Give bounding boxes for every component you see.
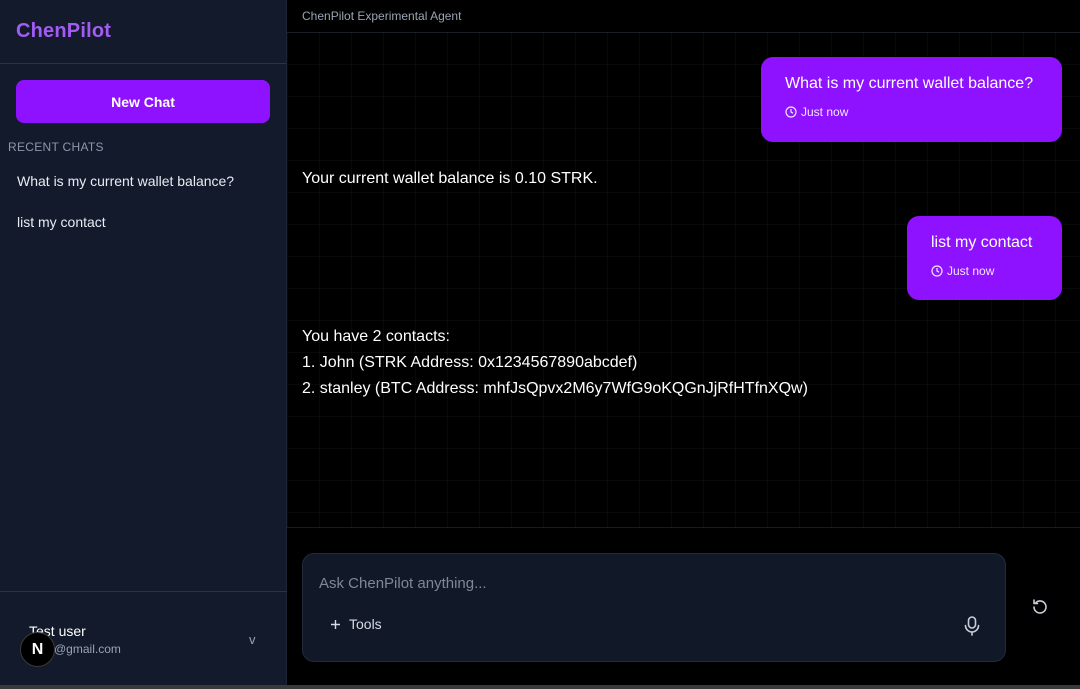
recent-chat-item[interactable]: list my contact [17, 214, 106, 230]
avatar[interactable]: N [20, 632, 55, 667]
user-profile[interactable]: Test user @gmail.com v N [0, 591, 287, 685]
assistant-message-line: You have 2 contacts: [302, 328, 450, 345]
timestamp-text: Just now [947, 264, 995, 278]
assistant-message: You have 2 contacts: 1. John (STRK Addre… [302, 324, 808, 402]
user-email: @gmail.com [54, 642, 121, 656]
clock-icon [931, 265, 943, 277]
assistant-message-line: 2. stanley (BTC Address: mhfJsQpvx2M6y7W… [302, 380, 808, 397]
window-edge [0, 685, 1080, 689]
tools-button[interactable]: Tools [330, 616, 382, 632]
assistant-message-line: Your current wallet balance is 0.10 STRK… [302, 170, 598, 187]
user-message: list my contact Just now [907, 216, 1062, 300]
user-message-text: What is my current wallet balance? [785, 75, 1034, 92]
page-title: ChenPilot Experimental Agent [287, 0, 1080, 33]
composer-area: Tools [287, 527, 1080, 685]
assistant-message: Your current wallet balance is 0.10 STRK… [302, 166, 598, 192]
message-timestamp: Just now [931, 264, 1038, 278]
recent-chat-item[interactable]: What is my current wallet balance? [17, 173, 234, 189]
new-chat-button[interactable]: New Chat [16, 80, 270, 123]
composer: Tools [302, 553, 1006, 662]
recent-chats-heading: RECENT CHATS [8, 140, 104, 154]
timestamp-text: Just now [801, 105, 849, 119]
chat-panel: ChenPilot Experimental Agent What is my … [287, 0, 1080, 685]
sidebar: ChenPilot New Chat RECENT CHATS What is … [0, 0, 287, 685]
brand-logo[interactable]: ChenPilot [0, 0, 286, 64]
user-message-text: list my contact [931, 234, 1033, 251]
assistant-message-line: 1. John (STRK Address: 0x1234567890abcde… [302, 354, 638, 371]
message-input[interactable] [319, 572, 979, 594]
microphone-icon[interactable] [962, 615, 982, 637]
tools-label: Tools [349, 616, 382, 632]
plus-icon [331, 619, 340, 629]
user-message: What is my current wallet balance? Just … [761, 57, 1062, 142]
message-timestamp: Just now [785, 105, 1038, 119]
clock-icon [785, 106, 797, 118]
chevron-down-icon[interactable]: v [249, 632, 256, 647]
refresh-icon[interactable] [1030, 597, 1050, 617]
